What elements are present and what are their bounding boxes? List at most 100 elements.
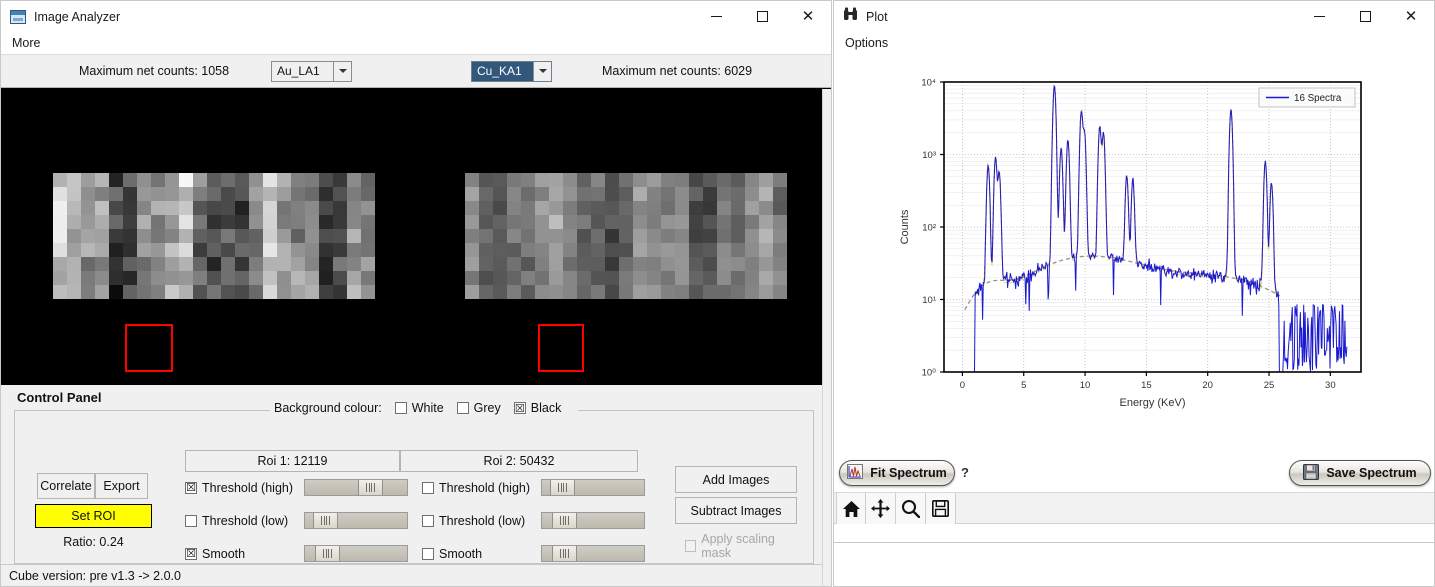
- maximize-icon[interactable]: [1342, 1, 1388, 32]
- minimize-icon[interactable]: [1296, 1, 1342, 32]
- left-threshold-low-checkbox[interactable]: Threshold (low): [185, 514, 304, 528]
- analyzer-menubar: More: [1, 32, 831, 54]
- left-threshold-high-checkbox[interactable]: ☒ Threshold (high): [185, 481, 304, 495]
- element-select-right[interactable]: Cu_KA1: [471, 61, 552, 82]
- roi-2-button[interactable]: Roi 2: 50432: [400, 450, 638, 472]
- zoom-icon[interactable]: [896, 493, 926, 524]
- plot-window-title: Plot: [866, 10, 888, 24]
- background-colour-group: Background colour: White Grey ☒ Black: [270, 401, 578, 415]
- left-threshold-high-slider[interactable]: [304, 479, 408, 496]
- checkbox-box: [685, 540, 696, 552]
- right-smooth-slider[interactable]: [541, 545, 645, 562]
- checkbox-box: [422, 482, 434, 494]
- menu-item-options[interactable]: Options: [840, 34, 893, 52]
- fit-spectrum-button[interactable]: Fit Spectrum: [839, 460, 955, 486]
- correlate-button[interactable]: Correlate: [37, 473, 95, 499]
- plot-window: Plot ✕ Options Training Data 1 051015202…: [833, 0, 1435, 543]
- svg-text:10: 10: [1080, 380, 1091, 391]
- svg-text:10¹: 10¹: [922, 295, 936, 306]
- left-threshold-low-slider[interactable]: [304, 512, 408, 529]
- ratio-label: Ratio: 0.24: [35, 535, 152, 549]
- image-operations-group: Add Images Subtract Images Apply scaling…: [675, 466, 813, 560]
- chevron-down-icon[interactable]: [534, 62, 551, 81]
- chevron-down-icon[interactable]: [334, 62, 351, 81]
- right-threshold-low-slider[interactable]: [541, 512, 645, 529]
- element-select-right-value: Cu_KA1: [472, 62, 534, 81]
- plot-canvas-area[interactable]: Training Data 1 05101520253010⁰10¹10²10³…: [834, 54, 1434, 542]
- svg-text:16 Spectra: 16 Spectra: [1294, 93, 1342, 104]
- bg-colour-white-checkbox[interactable]: White: [395, 401, 444, 415]
- save-icon[interactable]: [926, 493, 956, 524]
- left-smooth-label: Smooth: [202, 547, 304, 561]
- svg-text:25: 25: [1264, 380, 1275, 391]
- right-smooth-checkbox[interactable]: Smooth: [422, 547, 541, 561]
- plot-menubar: Options: [834, 32, 1434, 54]
- svg-text:15: 15: [1141, 380, 1152, 391]
- svg-text:20: 20: [1202, 380, 1213, 391]
- left-threshold-low-label: Threshold (low): [202, 514, 304, 528]
- help-button[interactable]: ?: [961, 465, 969, 480]
- status-bar: Cube version: pre v1.3 -> 2.0.0: [1, 564, 831, 586]
- analyzer-vertical-scrollbar[interactable]: [822, 89, 831, 586]
- export-button[interactable]: Export: [95, 473, 148, 499]
- right-threshold-high-slider[interactable]: [541, 479, 645, 496]
- left-threshold-high-row: ☒ Threshold (high): [185, 479, 408, 496]
- menu-item-more[interactable]: More: [7, 34, 45, 52]
- right-smooth-row: Smooth: [422, 545, 645, 562]
- bg-colour-white-label: White: [412, 401, 444, 415]
- left-smooth-checkbox[interactable]: ☒ Smooth: [185, 547, 304, 561]
- roi-rectangle-right[interactable]: [538, 324, 584, 372]
- right-threshold-high-checkbox[interactable]: Threshold (high): [422, 481, 541, 495]
- subtract-images-button[interactable]: Subtract Images: [675, 497, 797, 524]
- checkbox-box: [457, 402, 469, 414]
- left-threshold-high-label: Threshold (high): [202, 481, 304, 495]
- fit-spectrum-label: Fit Spectrum: [870, 466, 946, 480]
- bg-colour-grey-checkbox[interactable]: Grey: [457, 401, 501, 415]
- right-threshold-low-label: Threshold (low): [439, 514, 541, 528]
- close-icon[interactable]: ✕: [785, 1, 831, 32]
- svg-text:0: 0: [960, 380, 965, 391]
- left-smooth-slider[interactable]: [304, 545, 408, 562]
- home-icon[interactable]: [836, 493, 866, 524]
- control-panel-title: Control Panel: [17, 390, 102, 405]
- right-threshold-high-row: Threshold (high): [422, 479, 645, 496]
- checkbox-box: [395, 402, 407, 414]
- image-display-area[interactable]: [1, 88, 831, 385]
- plot-titlebar[interactable]: Plot ✕: [834, 1, 1434, 32]
- save-spectrum-button[interactable]: Save Spectrum: [1289, 460, 1431, 486]
- roi-1-button[interactable]: Roi 1: 12119: [185, 450, 400, 472]
- control-panel: Control Panel Background colour: White G…: [1, 385, 831, 586]
- add-images-button[interactable]: Add Images: [675, 466, 797, 493]
- right-threshold-high-label: Threshold (high): [439, 481, 541, 495]
- element-select-left[interactable]: Au_LA1: [271, 61, 352, 82]
- analyzer-window-title: Image Analyzer: [34, 10, 120, 24]
- analyzer-titlebar[interactable]: Image Analyzer ✕: [1, 1, 831, 32]
- background-colour-label: Background colour:: [274, 401, 382, 415]
- plot-window-controls: ✕: [1296, 1, 1434, 32]
- roi-rectangle-left[interactable]: [125, 324, 173, 372]
- svg-text:10³: 10³: [922, 150, 936, 161]
- maximize-icon[interactable]: [739, 1, 785, 32]
- spectrum-chart-icon: [847, 464, 863, 482]
- svg-text:5: 5: [1021, 380, 1026, 391]
- checkbox-box: ☒: [514, 402, 526, 414]
- max-net-counts-right: Maximum net counts: 6029: [602, 64, 752, 78]
- floppy-disk-icon: [1303, 464, 1319, 483]
- apply-scaling-mask-checkbox: Apply scaling mask: [685, 532, 800, 560]
- element-map-right[interactable]: [465, 173, 787, 299]
- svg-text:10⁰: 10⁰: [922, 367, 937, 378]
- bg-colour-black-checkbox[interactable]: ☒ Black: [514, 401, 562, 415]
- pan-icon[interactable]: [866, 493, 896, 524]
- right-threshold-low-checkbox[interactable]: Threshold (low): [422, 514, 541, 528]
- set-roi-button[interactable]: Set ROI: [35, 504, 152, 528]
- svg-text:30: 30: [1325, 380, 1336, 391]
- spectrum-chart[interactable]: 05101520253010⁰10¹10²10³10⁴Energy (KeV)C…: [834, 54, 1434, 454]
- close-icon[interactable]: ✕: [1388, 1, 1434, 32]
- binoculars-icon: [843, 7, 858, 26]
- svg-text:10²: 10²: [922, 222, 936, 233]
- right-threshold-low-row: Threshold (low): [422, 512, 645, 529]
- minimize-icon[interactable]: [693, 1, 739, 32]
- element-select-left-value: Au_LA1: [272, 62, 334, 81]
- element-map-left[interactable]: [53, 173, 375, 299]
- checkbox-box: ☒: [185, 548, 197, 560]
